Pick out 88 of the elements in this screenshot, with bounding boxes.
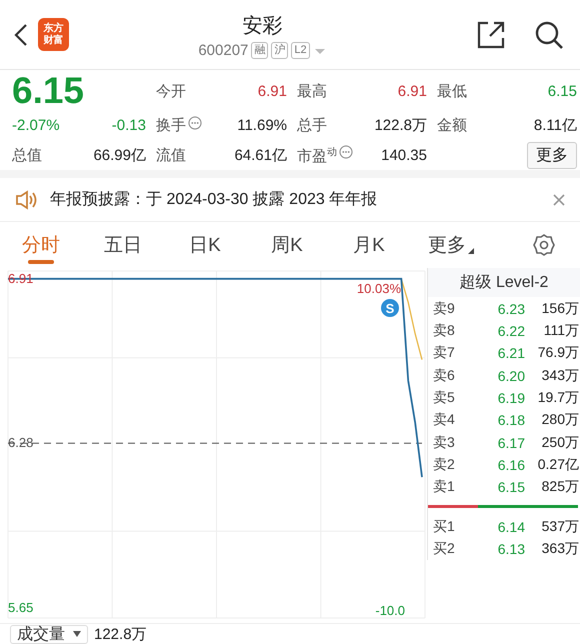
period-tab[interactable]: 日K	[164, 222, 246, 268]
stat-value: 66.99亿	[93, 146, 146, 164]
stat-value: 140.35	[381, 146, 427, 164]
indicator-selector[interactable]: 成交量	[10, 624, 88, 644]
notice-text: 年报预披露：于 2024-03-30 披露 2023 年年报	[50, 190, 378, 210]
order-level: 卖5	[433, 388, 456, 407]
axis-label: 10.03%	[356, 281, 401, 296]
volume-value: 122.8万	[94, 624, 147, 644]
axis-label: 6.28	[8, 435, 34, 450]
search-icon	[534, 20, 564, 50]
period-tab[interactable]: 五日	[82, 222, 164, 268]
stat-value: 8.11亿	[534, 116, 577, 134]
app-logo: 东方 财富	[38, 18, 69, 51]
order-level: 卖6	[433, 366, 456, 385]
share-button[interactable]	[476, 20, 506, 50]
stat-label: 今开	[156, 82, 186, 100]
order-price: 6.16	[496, 456, 525, 473]
last-price: 6.15	[12, 72, 86, 110]
stock-tag: L2	[291, 42, 310, 59]
order-level: 卖9	[433, 300, 456, 318]
stat-value: 122.8万	[374, 116, 427, 134]
corner-caret-icon	[468, 248, 474, 254]
stat-value: 6.91	[258, 82, 287, 100]
more-button[interactable]: 更多	[527, 142, 577, 168]
order-price: 6.23	[496, 300, 525, 317]
stat-label: 市盈$^{动}$	[297, 146, 337, 166]
stat-label: 总值	[12, 146, 42, 164]
order-level: 卖3	[433, 434, 456, 452]
stat-label: 流值	[156, 146, 186, 164]
order-volume: 363万	[540, 540, 579, 558]
period-tab[interactable]: 月K	[328, 222, 410, 268]
order-volume: 280万	[540, 411, 579, 430]
axis-label: 5.65	[8, 600, 34, 615]
stock-tag: 沪	[271, 42, 288, 59]
stat-value: 64.61亿	[234, 146, 287, 164]
order-level: 卖2	[433, 456, 456, 474]
signal-badge: S	[381, 299, 399, 317]
stat-label: 总手	[297, 116, 327, 134]
period-tab[interactable]: 更多	[410, 222, 492, 268]
order-level: 卖1	[433, 478, 456, 496]
order-price: 6.19	[496, 390, 525, 406]
stat-value: 11.69%	[237, 116, 287, 134]
stat-label: 换手	[156, 116, 186, 134]
order-volume: 111万	[542, 322, 579, 340]
order-price: 6.20	[496, 368, 525, 384]
order-volume: 825万	[540, 478, 579, 496]
period-tab[interactable]: 分时	[0, 222, 82, 268]
speaker-icon	[14, 188, 38, 210]
order-level: 买2	[433, 540, 456, 558]
order-price: 6.17	[496, 434, 525, 451]
order-price: 6.21	[496, 345, 525, 362]
order-level: 买1	[433, 518, 456, 536]
order-volume: 537万	[540, 518, 579, 536]
stock-name: 安彩	[242, 14, 282, 39]
stock-code: 600207	[198, 42, 248, 59]
order-price: 6.14	[496, 518, 525, 534]
order-level: 卖8	[433, 322, 456, 340]
settings-icon	[532, 233, 556, 257]
stat-label: 金额	[437, 116, 467, 134]
order-volume: 156万	[540, 300, 579, 318]
stat-value: 6.91	[398, 82, 427, 100]
order-level: 卖4	[433, 411, 456, 430]
order-volume: 250万	[540, 434, 579, 452]
stat-value: 6.15	[548, 82, 577, 100]
search-button[interactable]	[534, 20, 564, 50]
order-price: 6.18	[496, 412, 525, 428]
back-button[interactable]	[14, 22, 28, 46]
close-button[interactable]	[552, 192, 566, 206]
change-amount: -0.13	[112, 116, 146, 134]
change-percent: -2.07%	[12, 116, 60, 134]
stat-label: 最高	[297, 82, 327, 100]
order-volume: 19.7万	[536, 388, 579, 407]
axis-label: -10.0	[375, 603, 405, 618]
back-icon	[14, 22, 28, 46]
dropdown-icon	[73, 631, 81, 637]
order-level: 卖7	[433, 344, 456, 362]
order-price: 6.22	[496, 322, 525, 339]
share-icon	[476, 20, 506, 50]
order-volume: 76.9万	[536, 344, 579, 362]
period-tab[interactable]: 周K	[246, 222, 328, 268]
stock-tag: 融	[251, 42, 268, 59]
close-icon	[552, 192, 566, 206]
order-price: 6.15	[496, 479, 525, 496]
order-volume: 0.27亿	[536, 456, 579, 474]
order-volume: 343万	[540, 366, 579, 385]
stat-label: 最低	[437, 82, 467, 100]
panel-title: 超级 Level-2	[428, 268, 580, 298]
order-price: 6.13	[496, 540, 525, 557]
